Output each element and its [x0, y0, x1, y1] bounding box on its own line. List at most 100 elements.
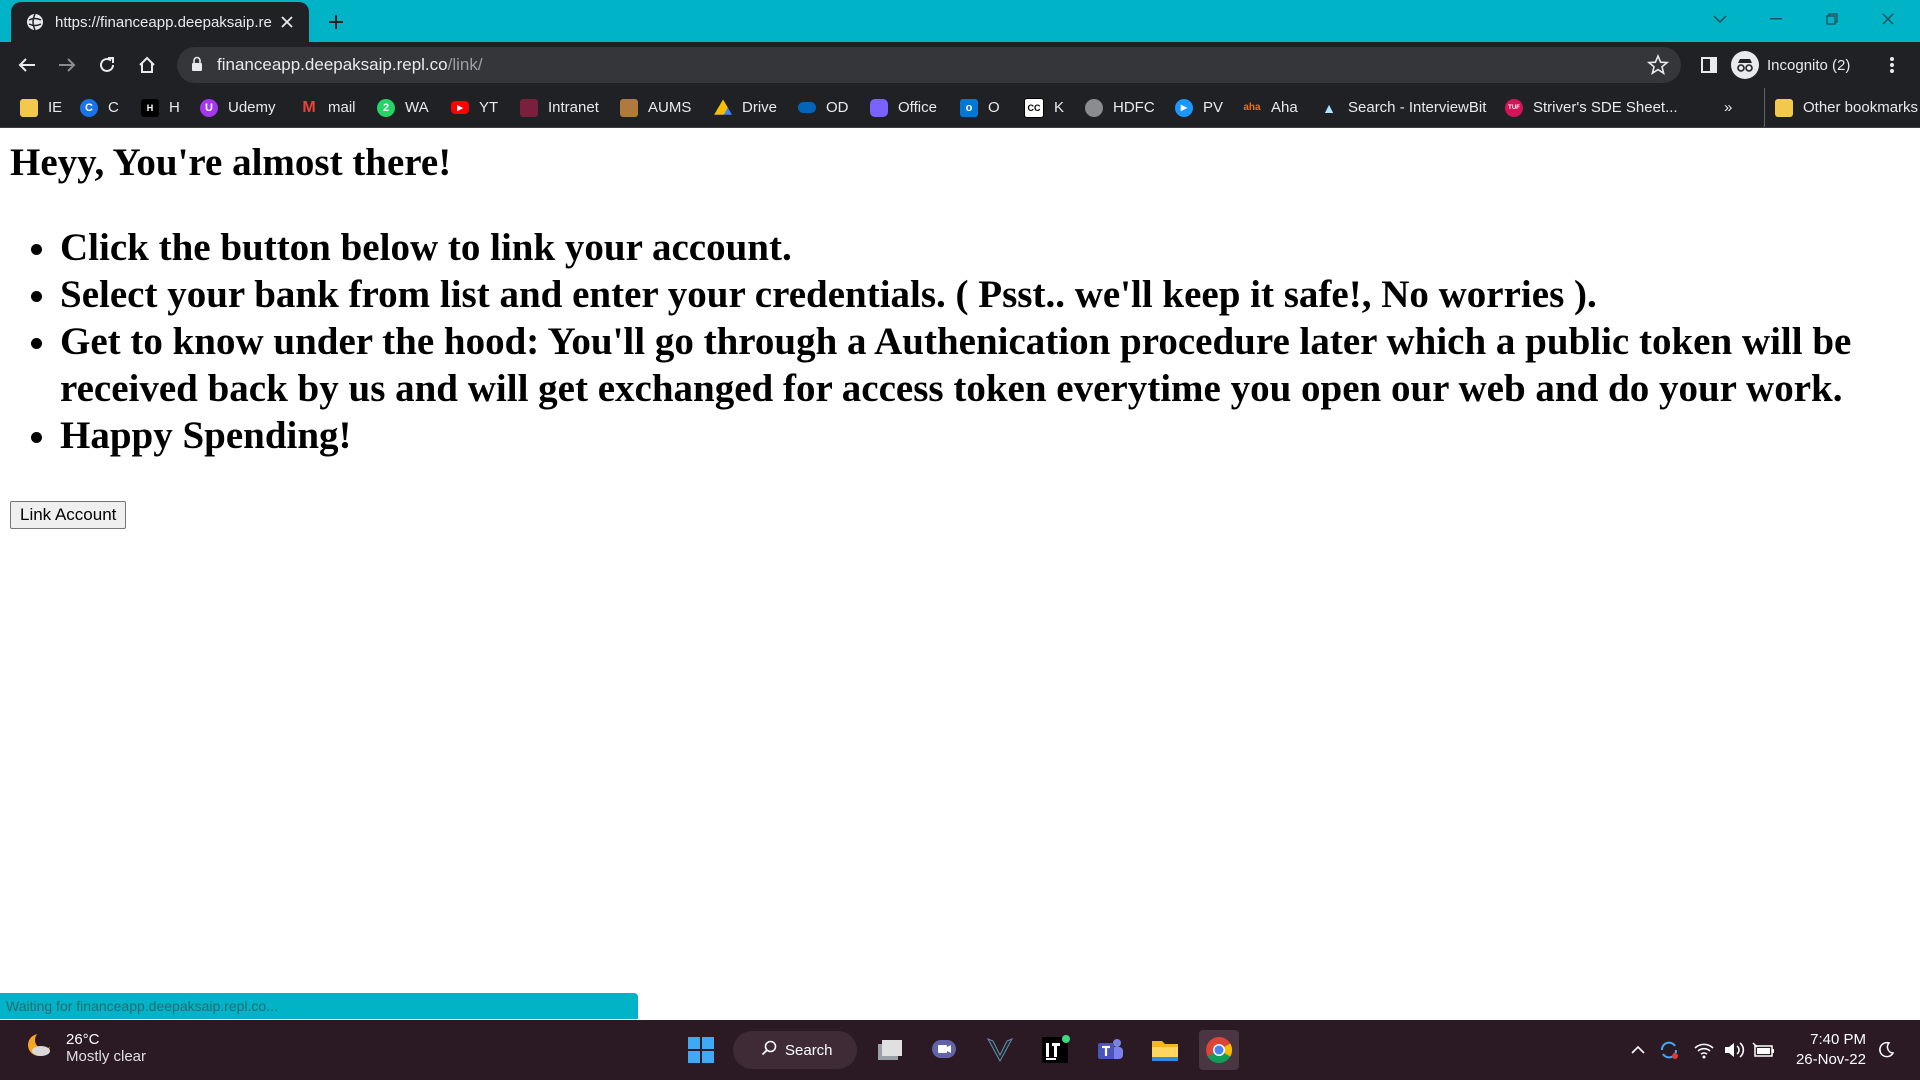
bookmark-item[interactable]: IE [20, 88, 62, 127]
minimize-button[interactable] [1748, 0, 1804, 38]
close-tab-icon[interactable] [277, 12, 297, 32]
search-label: Search [785, 1041, 833, 1059]
browser-tab[interactable]: https://financeapp.deepaksaip.re [11, 2, 309, 42]
bookmark-label: H [169, 99, 180, 116]
clock-date: 26-Nov-22 [1795, 1051, 1866, 1068]
tab-title: https://financeapp.deepaksaip.re [55, 13, 272, 31]
bookmark-item[interactable]: ▶ PV [1175, 88, 1223, 127]
bookmark-item[interactable]: U Udemy [200, 88, 276, 127]
bookmark-item[interactable]: Intranet [520, 88, 599, 127]
udemy-icon: U [200, 98, 218, 117]
task-view-icon[interactable] [870, 1030, 910, 1070]
bookmark-label: WA [405, 99, 429, 116]
restore-button[interactable] [1804, 0, 1860, 38]
bookmark-label: Office [898, 99, 937, 116]
windows-taskbar: 26°C Mostly clear Search 7:40 PM 26-Nov-… [0, 1020, 1920, 1080]
file-explorer-icon[interactable] [1145, 1030, 1185, 1070]
gmail-icon: M [302, 98, 316, 116]
side-panel-icon[interactable] [1693, 49, 1725, 81]
primevideo-icon: ▶ [1175, 98, 1193, 117]
menu-kebab-icon[interactable] [1876, 49, 1908, 81]
new-tab-button[interactable] [322, 8, 350, 36]
bookmark-item[interactable]: Office [870, 88, 937, 127]
weather-widget[interactable]: 26°C Mostly clear [24, 1030, 146, 1065]
bookmark-item[interactable]: AUMS [620, 88, 691, 127]
predator-sense-icon[interactable] [980, 1030, 1020, 1070]
tab-search-icon[interactable] [1692, 0, 1748, 38]
incognito-icon [1731, 51, 1759, 79]
bookmark-label: Other bookmarks [1803, 99, 1919, 116]
url-text[interactable]: financeapp.deepaksaip.repl.co/link/ [217, 47, 483, 83]
sync-icon[interactable] [1657, 1038, 1681, 1062]
taskbar-search[interactable]: Search [733, 1031, 857, 1069]
bookmark-item[interactable]: CC K [1024, 88, 1064, 127]
wifi-icon[interactable] [1692, 1038, 1716, 1062]
volume-icon[interactable] [1722, 1038, 1746, 1062]
reload-button[interactable] [91, 49, 123, 81]
bookmark-item[interactable]: HDFC [1085, 88, 1155, 127]
bookmark-label: Striver's SDE Sheet... [1533, 99, 1678, 116]
onedrive-icon [798, 102, 816, 113]
bookmarks-bar: IE CC HH U Udemy Mmail 2 WA ▸ YT Intranet A… [0, 88, 1920, 128]
youtube-icon: ▸ [451, 101, 469, 114]
start-windows-icon[interactable] [681, 1030, 721, 1070]
lock-icon[interactable] [191, 56, 203, 77]
url-path: /link/ [447, 55, 483, 74]
teams-icon[interactable] [1090, 1030, 1130, 1070]
show-hidden-icons-chevron-icon[interactable] [1626, 1038, 1650, 1062]
intellij-icon[interactable] [1035, 1030, 1075, 1070]
intranet-icon [520, 98, 538, 117]
battery-icon[interactable] [1752, 1038, 1776, 1062]
bookmark-item[interactable]: OD [798, 88, 849, 127]
url-host: financeapp.deepaksaip.repl.co [217, 55, 448, 74]
bookmark-label: AUMS [648, 99, 692, 116]
bookmark-item[interactable]: ▲ Search - InterviewBit [1320, 88, 1486, 127]
chat-icon[interactable] [924, 1030, 964, 1070]
bookmark-label: HDFC [1113, 99, 1155, 116]
aums-icon [620, 98, 638, 117]
bookmark-item[interactable]: 2 WA [377, 88, 429, 127]
profile-label: Incognito (2) [1767, 56, 1851, 74]
bookmark-item[interactable]: TUF Striver's SDE Sheet... [1505, 88, 1678, 127]
weather-moon-icon [24, 1030, 54, 1065]
status-bubble: Waiting for financeapp.deepaksaip.repl.c… [0, 993, 638, 1019]
bookmark-item[interactable]: HH [141, 88, 180, 127]
system-clock[interactable]: 7:40 PM 26-Nov-22 [1790, 1030, 1866, 1070]
c-icon: C [80, 98, 98, 117]
bookmarks-overflow-button[interactable]: » [1724, 88, 1732, 127]
bookmark-label: mail [328, 99, 356, 116]
close-window-button[interactable] [1860, 0, 1916, 38]
globe-icon [1085, 98, 1103, 117]
bookmark-label: YT [479, 99, 499, 116]
aha-icon: aha [1243, 102, 1261, 113]
globe-icon [25, 12, 45, 32]
bookmark-label: Search - InterviewBit [1348, 99, 1487, 116]
forward-button[interactable] [51, 49, 83, 81]
bookmark-item[interactable]: oO [960, 88, 1000, 127]
link-account-button[interactable]: Link Account [10, 501, 127, 529]
notifications-icon[interactable] [1874, 1038, 1898, 1062]
h-icon: H [141, 98, 159, 117]
bookmark-item[interactable]: CC [80, 88, 119, 127]
whatsapp-icon: 2 [377, 98, 395, 117]
address-bar[interactable]: financeapp.deepaksaip.repl.co/link/ [177, 47, 1681, 83]
incognito-profile-button[interactable]: Incognito (2) [1731, 47, 1850, 83]
bookmark-label: OD [826, 99, 849, 116]
bookmark-item[interactable]: ▸ YT [451, 88, 498, 127]
bookmark-item[interactable]: Drive [714, 88, 777, 127]
folder-icon [20, 98, 38, 117]
list-item: Click the button below to link your acco… [60, 224, 1920, 271]
bookmark-star-icon[interactable] [1646, 53, 1670, 81]
drive-icon [714, 99, 732, 115]
bookmark-label: IE [48, 99, 63, 116]
browser-toolbar: financeapp.deepaksaip.repl.co/link/ Inco… [0, 42, 1920, 88]
other-bookmarks-folder[interactable]: Other bookmarks [1764, 88, 1918, 127]
k-icon: CC [1024, 97, 1044, 118]
folder-icon [1775, 98, 1793, 117]
chrome-icon[interactable] [1199, 1030, 1239, 1070]
home-button[interactable] [131, 49, 163, 81]
back-button[interactable] [11, 49, 43, 81]
bookmark-label: K [1054, 99, 1065, 116]
bookmark-item[interactable]: aha Aha [1243, 88, 1297, 127]
bookmark-item[interactable]: Mmail [300, 88, 356, 127]
